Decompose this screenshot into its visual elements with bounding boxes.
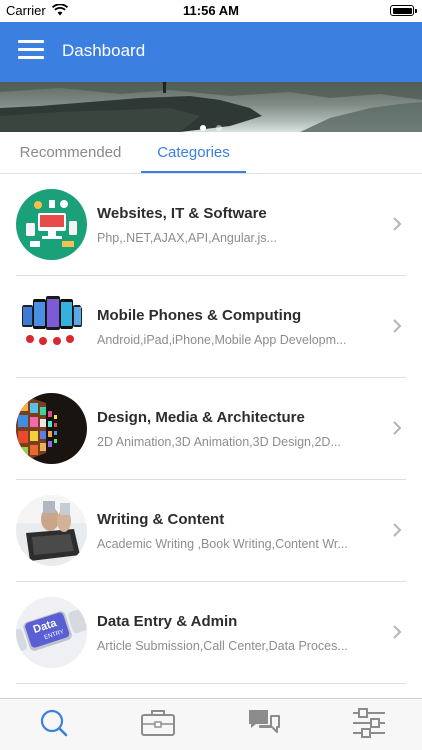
category-subtitle: 2D Animation,3D Animation,3D Design,2D..… xyxy=(97,435,341,449)
category-title: Writing & Content xyxy=(97,511,225,528)
status-bar: Carrier 11:56 AM xyxy=(0,0,422,22)
category-subtitle: Android,iPad,iPhone,Mobile App Developm.… xyxy=(97,333,347,347)
list-item[interactable]: Websites, IT & Software Php,.NET,AJAX,AP… xyxy=(0,174,422,276)
page-title: Dashboard xyxy=(62,41,146,60)
chat-bubbles-icon[interactable] xyxy=(246,707,282,739)
active-tab-indicator xyxy=(141,171,246,173)
list-item[interactable]: Design, Media & Architecture 2D Animatio… xyxy=(0,378,422,480)
websites-it-thumbnail xyxy=(16,189,87,260)
hamburger-menu-icon[interactable] xyxy=(18,40,44,62)
status-time: 11:56 AM xyxy=(183,3,239,18)
category-subtitle: Academic Writing ,Book Writing,Content W… xyxy=(97,537,348,551)
list-item[interactable]: Mobile Phones & Computing Android,iPad,i… xyxy=(0,276,422,378)
list-item[interactable]: Writing & Content Academic Writing ,Book… xyxy=(0,480,422,582)
tab-recommended[interactable]: Recommended xyxy=(0,132,141,174)
category-subtitle: Php,.NET,AJAX,API,Angular.js... xyxy=(97,231,277,245)
category-subtitle: Article Submission,Call Center,Data Proc… xyxy=(97,639,348,653)
sliders-icon[interactable] xyxy=(351,707,387,739)
mobile-phones-thumbnail xyxy=(16,291,87,362)
app-bar: Dashboard xyxy=(0,22,422,82)
category-title: Design, Media & Architecture xyxy=(97,409,305,426)
categories-list: Websites, IT & Software Php,.NET,AJAX,AP… xyxy=(0,174,422,750)
briefcase-icon[interactable] xyxy=(140,707,176,739)
data-entry-thumbnail: Data ENTRY xyxy=(16,597,87,668)
segment-tabs: Recommended Categories xyxy=(0,132,422,174)
chevron-right-icon xyxy=(393,319,402,333)
category-title: Mobile Phones & Computing xyxy=(97,307,302,324)
search-icon[interactable] xyxy=(36,707,72,739)
category-title: Data Entry & Admin xyxy=(97,613,238,630)
carousel-dot[interactable] xyxy=(216,125,223,131)
writing-content-thumbnail xyxy=(16,495,87,566)
bottom-tab-bar xyxy=(0,698,422,750)
battery-icon xyxy=(390,5,417,16)
category-title: Websites, IT & Software xyxy=(97,205,267,222)
chevron-right-icon xyxy=(393,625,402,639)
chevron-right-icon xyxy=(393,523,402,537)
chevron-right-icon xyxy=(393,217,402,231)
design-media-thumbnail xyxy=(16,393,87,464)
list-item[interactable]: Data ENTRY Data Entry & Admin Article Su… xyxy=(0,582,422,684)
chevron-right-icon xyxy=(393,421,402,435)
tab-categories[interactable]: Categories xyxy=(141,132,246,174)
carousel-dot-active[interactable] xyxy=(199,125,206,131)
